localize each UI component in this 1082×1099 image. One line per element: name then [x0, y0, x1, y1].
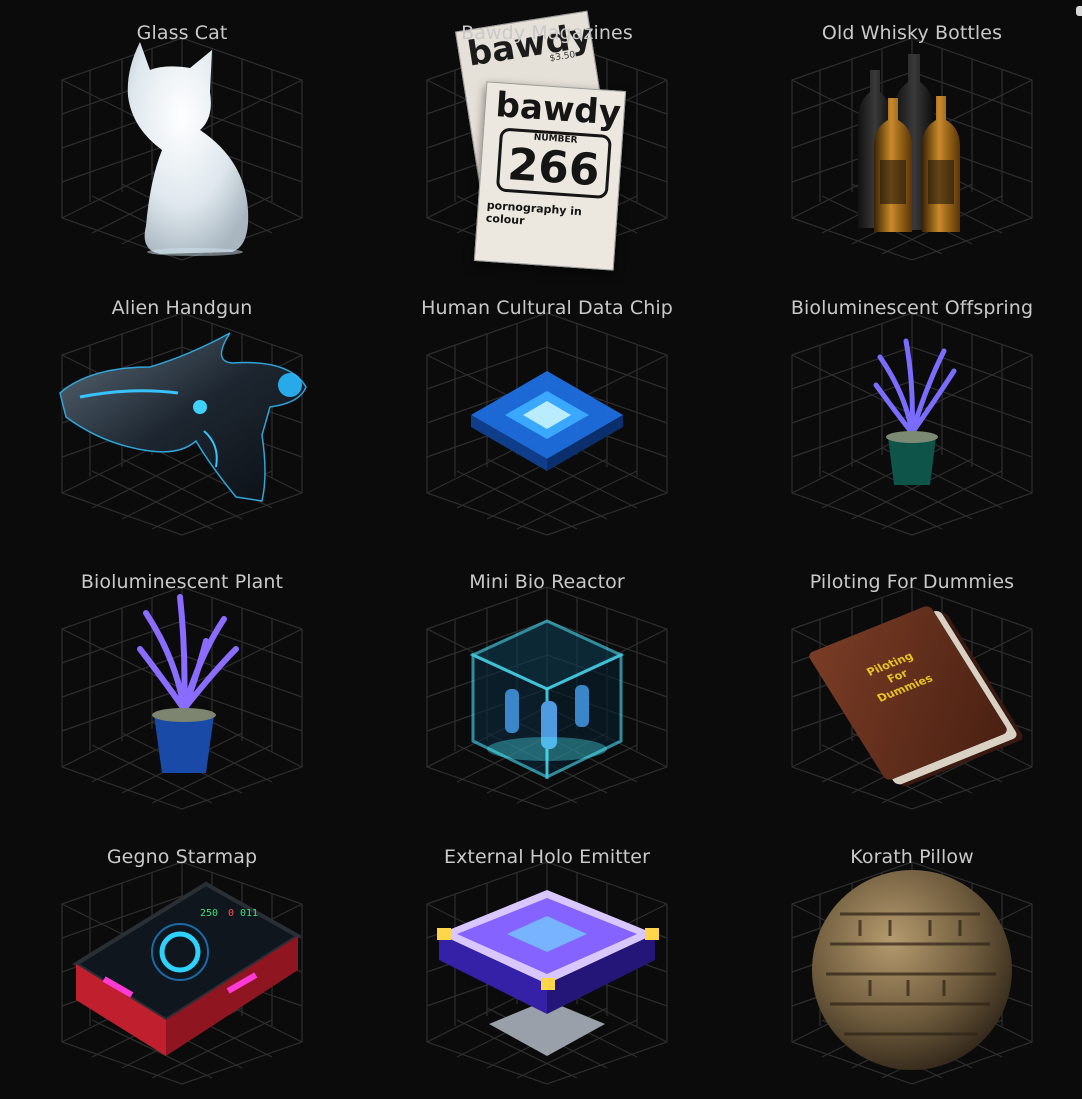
starmap-readout-b: 0: [228, 908, 234, 919]
magazine-tagline: pornography in colour: [485, 198, 583, 228]
item-alien-handgun[interactable]: Alien Handgun: [0, 275, 364, 550]
item-gegno-starmap[interactable]: Gegno Starmap 250 0 011: [0, 824, 364, 1099]
magazine-number: 266: [505, 139, 602, 197]
item-piloting-for-dummies[interactable]: Piloting For Dummies Piloting For Dummie…: [730, 549, 1082, 824]
magazine-brand: bawdy: [494, 85, 623, 134]
starmap-readout-c: 011: [240, 908, 258, 919]
item-label: Alien Handgun: [111, 297, 253, 319]
item-label: Piloting For Dummies: [809, 571, 1015, 593]
item-label: Korath Pillow: [850, 846, 974, 868]
item-label: Bioluminescent Plant: [80, 571, 284, 593]
item-external-holo-emitter[interactable]: External Holo Emitter: [365, 824, 729, 1099]
item-glass-cat[interactable]: Glass Cat: [0, 0, 364, 275]
item-label: Mini Bio Reactor: [469, 571, 625, 593]
item-mini-bio-reactor[interactable]: Mini Bio Reactor: [365, 549, 729, 824]
item-label: Glass Cat: [136, 22, 228, 44]
item-human-cultural-data-chip[interactable]: Human Cultural Data Chip: [365, 275, 729, 550]
item-label: Old Whisky Bottles: [821, 22, 1003, 44]
magazine-front: bawdy NUMBER 266 pornography in colour: [473, 81, 627, 271]
book-cover: Piloting For Dummies: [806, 604, 1010, 782]
item-bawdy-magazines[interactable]: bawdy $3.50 bawdy NUMBER 266 pornography…: [365, 0, 729, 275]
item-korath-pillow[interactable]: Korath Pillow: [730, 824, 1082, 1099]
item-label: Bioluminescent Offspring: [790, 297, 1034, 319]
item-label: Bawdy Magazines: [461, 22, 633, 44]
item-bioluminescent-plant[interactable]: Bioluminescent Plant: [0, 549, 364, 824]
starmap-readout-a: 250: [200, 908, 218, 919]
item-label: External Holo Emitter: [443, 846, 651, 868]
item-label: Human Cultural Data Chip: [421, 297, 673, 319]
item-bioluminescent-offspring[interactable]: Bioluminescent Offspring: [730, 275, 1082, 550]
item-label: Gegno Starmap: [106, 846, 258, 868]
inventory-grid: Glass Cat bawdy $3.50 bawdy NUMBER 266 p…: [0, 0, 1082, 1093]
item-old-whisky-bottles[interactable]: Old Whisky Bottles: [730, 0, 1082, 275]
